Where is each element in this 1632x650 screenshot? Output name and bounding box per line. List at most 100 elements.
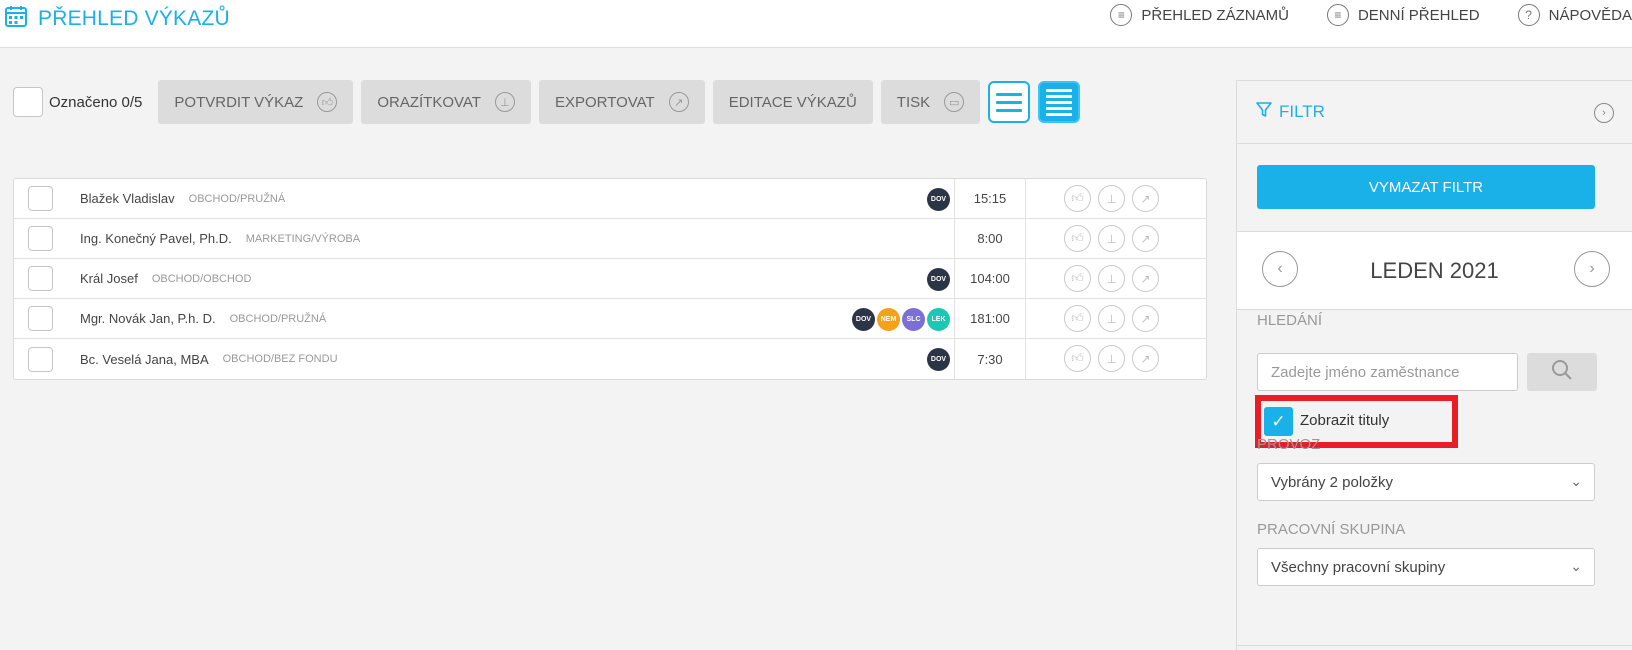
employee-department: OBCHOD/BEZ FONDU (222, 353, 338, 365)
stamp-icon[interactable]: ⊥ (1098, 345, 1125, 372)
thumbs-up-icon[interactable]: 👍︎ (1064, 305, 1091, 332)
funnel-icon (1255, 101, 1273, 124)
badge-dov: DOV (927, 268, 950, 291)
page-title: PŘEHLED VÝKAZŮ (38, 7, 230, 30)
collapse-icon[interactable]: › (1594, 103, 1614, 123)
list-icon: ≡ (1110, 4, 1133, 26)
hours-cell: 7:30 (954, 339, 1026, 379)
stamp-icon[interactable]: ⊥ (1098, 225, 1125, 252)
app-title: PŘEHLED VÝKAZŮ (4, 4, 230, 34)
thumbs-up-icon[interactable]: 👍︎ (1064, 185, 1091, 212)
nav-daily-overview[interactable]: ≡ DENNÍ PŘEHLED (1326, 4, 1480, 26)
badge-dov: DOV (927, 348, 950, 371)
hours-cell: 8:00 (954, 219, 1026, 258)
work-group-value: Všechny pracovní skupiny (1271, 558, 1446, 576)
work-group-label: PRACOVNÍ SKUPINA (1257, 521, 1406, 538)
employee-department: OBCHOD/PRUŽNÁ (188, 192, 286, 205)
view-list-button[interactable] (988, 81, 1031, 123)
provoz-label: PROVOZ (1257, 436, 1321, 453)
chevron-down-icon: ⌄ (1570, 473, 1582, 489)
thumbs-up-icon[interactable]: 👍︎ (1064, 225, 1091, 252)
help-icon: ? (1517, 4, 1540, 26)
button-label: EXPORTOVAT (554, 93, 655, 111)
export-icon[interactable]: ↗ (1132, 345, 1159, 372)
table-row: Král Josef OBCHOD/OBCHOD DOV 104:00 👍︎ ⊥… (14, 259, 1206, 299)
export-icon[interactable]: ↗ (1132, 265, 1159, 292)
print-button[interactable]: TISK ▭ (880, 80, 981, 124)
filter-title: FILTR (1279, 102, 1325, 121)
list-icon: ≡ (1326, 4, 1349, 26)
row-checkbox[interactable] (28, 226, 53, 251)
employee-name[interactable]: Ing. Konečný Pavel, Ph.D. (80, 231, 232, 246)
absence-badges: DOV NEM SLC LEK (852, 308, 950, 331)
export-icon: ↗ (668, 92, 689, 112)
reports-table: Blažek Vladislav OBCHOD/PRUŽNÁ DOV 15:15… (13, 178, 1207, 380)
absence-badges: DOV (927, 348, 950, 371)
employee-name[interactable]: Král Josef (80, 271, 138, 286)
select-all-checkbox[interactable] (13, 87, 43, 117)
stamp-icon[interactable]: ⊥ (1098, 305, 1125, 332)
stamp-button[interactable]: ORAZÍTKOVAT ⊥ (361, 80, 531, 124)
employee-name[interactable]: Mgr. Novák Jan, P.h. D. (80, 311, 216, 326)
view-compact-button[interactable] (1038, 81, 1081, 123)
search-section-label: HLEDÁNÍ (1257, 312, 1323, 329)
row-checkbox[interactable] (28, 346, 53, 372)
thumbs-up-icon: 👍︎ (317, 92, 338, 112)
marked-count: Označeno 0/5 (49, 93, 143, 111)
nav-label: PŘEHLED ZÁZNAMŮ (1141, 6, 1289, 24)
button-label: EDITACE VÝKAZŮ (728, 93, 857, 111)
clear-filter-button[interactable]: VYMAZAT FILTR (1257, 165, 1595, 209)
nav-label: DENNÍ PŘEHLED (1357, 6, 1480, 24)
export-icon[interactable]: ↗ (1132, 305, 1159, 332)
chevron-right-icon[interactable]: › (1574, 251, 1610, 287)
provoz-select[interactable]: Vybrány 2 položky ⌄ (1257, 463, 1595, 501)
row-actions: 👍︎ ⊥ ↗ (1064, 265, 1159, 292)
edit-reports-button[interactable]: EDITACE VÝKAZŮ (712, 80, 873, 124)
confirm-report-button[interactable]: POTVRDIT VÝKAZ 👍︎ (158, 80, 354, 124)
hours-cell: 15:15 (954, 179, 1026, 218)
absence-badges: DOV (927, 188, 950, 211)
search-button[interactable] (1527, 353, 1597, 391)
work-group-select[interactable]: Všechny pracovní skupiny ⌄ (1257, 548, 1595, 586)
row-checkbox[interactable] (28, 266, 53, 291)
export-button[interactable]: EXPORTOVAT ↗ (538, 80, 705, 124)
divider (1237, 645, 1632, 646)
list-view-icon (996, 92, 1023, 112)
nav-record-overview[interactable]: ≡ PŘEHLED ZÁZNAMŮ (1110, 4, 1289, 26)
month-navigator: ‹ LEDEN 2021 › (1237, 232, 1632, 310)
button-label: POTVRDIT VÝKAZ (174, 93, 304, 111)
search-icon (1551, 359, 1573, 386)
filter-header: FILTR › (1237, 81, 1632, 144)
table-row: Blažek Vladislav OBCHOD/PRUŽNÁ DOV 15:15… (14, 179, 1206, 219)
export-icon[interactable]: ↗ (1132, 185, 1159, 212)
chevron-left-icon[interactable]: ‹ (1262, 251, 1298, 287)
badge-slc: SLC (902, 308, 925, 331)
table-row: Bc. Veselá Jana, MBA OBCHOD/BEZ FONDU DO… (14, 339, 1206, 379)
current-month: LEDEN 2021 (1370, 257, 1499, 283)
stamp-icon[interactable]: ⊥ (1098, 265, 1125, 292)
thumbs-up-icon[interactable]: 👍︎ (1064, 265, 1091, 292)
employee-name[interactable]: Blažek Vladislav (80, 191, 175, 206)
badge-lek: LEK (927, 308, 950, 331)
stamp-icon[interactable]: ⊥ (1098, 185, 1125, 212)
clear-filter-area: VYMAZAT FILTR (1237, 144, 1632, 232)
row-checkbox[interactable] (28, 186, 53, 211)
toolbar: Označeno 0/5 POTVRDIT VÝKAZ 👍︎ ORAZÍTKOV… (13, 80, 1088, 124)
badge-dov: DOV (852, 308, 875, 331)
row-actions: 👍︎ ⊥ ↗ (1064, 225, 1159, 252)
employee-department: MARKETING/VÝROBA (245, 232, 361, 245)
stamp-icon: ⊥ (494, 92, 515, 112)
employee-name[interactable]: Bc. Veselá Jana, MBA (80, 352, 209, 367)
calendar-icon (4, 4, 28, 34)
show-titles-label: Zobrazit tituly (1300, 412, 1390, 429)
thumbs-up-icon[interactable]: 👍︎ (1064, 345, 1091, 372)
row-checkbox[interactable] (28, 306, 53, 331)
employee-search-input[interactable] (1257, 353, 1518, 391)
chevron-down-icon: ⌄ (1570, 558, 1582, 574)
show-titles-checkbox[interactable]: ✓ (1264, 407, 1293, 436)
table-row: Ing. Konečný Pavel, Ph.D. MARKETING/VÝRO… (14, 219, 1206, 259)
badge-nem: NEM (877, 308, 900, 331)
export-icon[interactable]: ↗ (1132, 225, 1159, 252)
hours-cell: 104:00 (954, 259, 1026, 298)
nav-help[interactable]: ? NÁPOVĚDA (1517, 4, 1632, 26)
